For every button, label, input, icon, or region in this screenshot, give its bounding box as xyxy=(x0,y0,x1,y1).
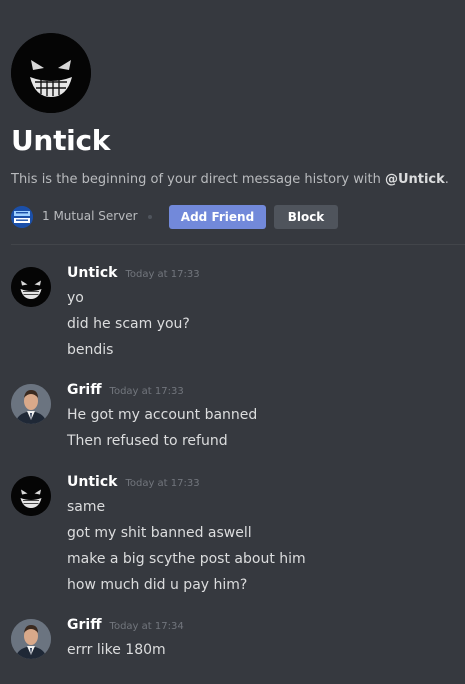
intro-suffix: . xyxy=(444,172,449,187)
grinning-face-icon xyxy=(11,267,51,307)
user-mention[interactable]: @Untick xyxy=(385,172,445,187)
profile-name: Untick xyxy=(11,124,111,157)
message-author[interactable]: Griff xyxy=(67,617,102,633)
untick-avatar[interactable] xyxy=(11,267,51,307)
dm-view: Untick This is the beginning of your dir… xyxy=(0,0,465,684)
server-logo-icon xyxy=(11,206,33,228)
grinning-face-icon xyxy=(11,476,51,516)
mutual-server-icon[interactable] xyxy=(11,206,33,228)
message-text: yo xyxy=(67,290,84,306)
message-text: how much did u pay him? xyxy=(67,577,248,593)
message-author[interactable]: Untick xyxy=(67,474,117,490)
man-in-suit-icon xyxy=(11,619,51,659)
message-text: make a big scythe post about him xyxy=(67,551,306,567)
header-divider xyxy=(11,244,465,245)
message-header: Untick Today at 17:33 xyxy=(67,265,200,281)
add-friend-button[interactable]: Add Friend xyxy=(169,205,266,229)
intro-prefix: This is the beginning of your direct mes… xyxy=(11,172,385,187)
untick-avatar[interactable] xyxy=(11,476,51,516)
profile-actions-row: 1 Mutual Server Add Friend Block xyxy=(11,205,456,229)
message-author[interactable]: Griff xyxy=(67,382,102,398)
griff-avatar[interactable] xyxy=(11,619,51,659)
man-in-suit-icon xyxy=(11,384,51,424)
message-text: Then refused to refund xyxy=(67,433,228,449)
message-text: errr like 180m xyxy=(67,642,166,658)
message-timestamp: Today at 17:33 xyxy=(125,269,200,280)
message-text: did he scam you? xyxy=(67,316,190,332)
message-text: He got my account banned xyxy=(67,407,258,423)
message-timestamp: Today at 17:33 xyxy=(125,478,200,489)
block-button[interactable]: Block xyxy=(274,205,338,229)
message-text: bendis xyxy=(67,342,114,358)
grinning-face-icon xyxy=(11,33,91,113)
griff-avatar[interactable] xyxy=(11,384,51,424)
message-timestamp: Today at 17:33 xyxy=(109,386,184,397)
message-author[interactable]: Untick xyxy=(67,265,117,281)
profile-avatar[interactable] xyxy=(11,33,91,113)
message-text: got my shit banned aswell xyxy=(67,525,252,541)
mutual-servers-link[interactable]: 1 Mutual Server xyxy=(42,209,138,223)
message-header: Griff Today at 17:33 xyxy=(67,382,184,398)
separator-dot xyxy=(148,215,152,219)
message-timestamp: Today at 17:34 xyxy=(109,621,184,632)
dm-intro-text: This is the beginning of your direct mes… xyxy=(11,171,449,189)
message-header: Untick Today at 17:33 xyxy=(67,474,200,490)
message-header: Griff Today at 17:34 xyxy=(67,617,184,633)
message-text: same xyxy=(67,499,106,515)
